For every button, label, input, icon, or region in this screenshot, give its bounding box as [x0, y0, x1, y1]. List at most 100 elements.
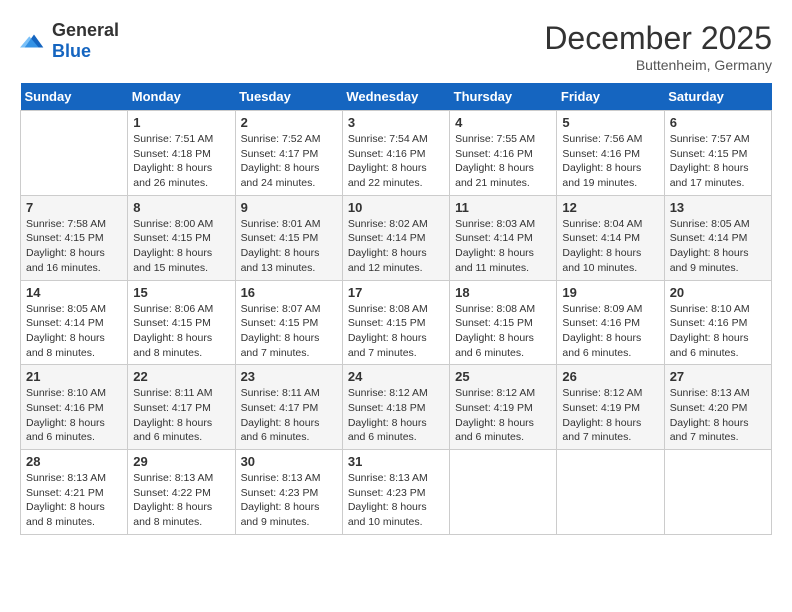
day-info: Sunrise: 8:12 AMSunset: 4:19 PMDaylight:… [455, 386, 551, 445]
day-info: Sunrise: 8:13 AMSunset: 4:20 PMDaylight:… [670, 386, 766, 445]
logo: General Blue [20, 20, 119, 62]
day-info: Sunrise: 8:03 AMSunset: 4:14 PMDaylight:… [455, 217, 551, 276]
day-info: Sunrise: 8:01 AMSunset: 4:15 PMDaylight:… [241, 217, 337, 276]
day-info: Sunrise: 8:10 AMSunset: 4:16 PMDaylight:… [670, 302, 766, 361]
day-number: 21 [26, 369, 122, 384]
day-number: 26 [562, 369, 658, 384]
day-info: Sunrise: 8:08 AMSunset: 4:15 PMDaylight:… [348, 302, 444, 361]
month-title: December 2025 [544, 20, 772, 57]
day-cell: 4 Sunrise: 7:55 AMSunset: 4:16 PMDaylight… [450, 111, 557, 196]
day-number: 13 [670, 200, 766, 215]
day-number: 14 [26, 285, 122, 300]
day-info: Sunrise: 8:04 AMSunset: 4:14 PMDaylight:… [562, 217, 658, 276]
day-number: 22 [133, 369, 229, 384]
day-cell: 8 Sunrise: 8:00 AMSunset: 4:15 PMDaylight… [128, 195, 235, 280]
subtitle: Buttenheim, Germany [544, 57, 772, 73]
day-info: Sunrise: 7:56 AMSunset: 4:16 PMDaylight:… [562, 132, 658, 191]
day-cell: 19Sunrise: 8:09 AMSunset: 4:16 PMDayligh… [557, 280, 664, 365]
day-cell: 24 Sunrise: 8:12 AMSunset: 4:18 PMDayligh… [342, 365, 449, 450]
day-number: 25 [455, 369, 551, 384]
day-cell: 27Sunrise: 8:13 AMSunset: 4:20 PMDayligh… [664, 365, 771, 450]
day-info: Sunrise: 7:58 AMSunset: 4:15 PMDaylight:… [26, 217, 122, 276]
day-number: 20 [670, 285, 766, 300]
day-cell: 26 Sunrise: 8:12 AMSunset: 4:19 PMDayligh… [557, 365, 664, 450]
header-tuesday: Tuesday [235, 83, 342, 111]
day-cell: 11 Sunrise: 8:03 AMSunset: 4:14 PMDayligh… [450, 195, 557, 280]
day-cell: 16Sunrise: 8:07 AMSunset: 4:15 PMDayligh… [235, 280, 342, 365]
page-header: General Blue December 2025 Buttenheim, G… [20, 20, 772, 73]
day-info: Sunrise: 8:05 AMSunset: 4:14 PMDaylight:… [26, 302, 122, 361]
day-cell: 15 Sunrise: 8:06 AMSunset: 4:15 PMDayligh… [128, 280, 235, 365]
day-number: 2 [241, 115, 337, 130]
day-info: Sunrise: 8:00 AMSunset: 4:15 PMDaylight:… [133, 217, 229, 276]
week-row-3: 21 Sunrise: 8:10 AMSunset: 4:16 PMDayligh… [21, 365, 772, 450]
week-row-4: 28 Sunrise: 8:13 AMSunset: 4:21 PMDayligh… [21, 450, 772, 535]
day-cell [450, 450, 557, 535]
day-cell: 17 Sunrise: 8:08 AMSunset: 4:15 PMDayligh… [342, 280, 449, 365]
logo-general: General [52, 20, 119, 40]
header-saturday: Saturday [664, 83, 771, 111]
day-info: Sunrise: 8:02 AMSunset: 4:14 PMDaylight:… [348, 217, 444, 276]
day-cell: 28 Sunrise: 8:13 AMSunset: 4:21 PMDayligh… [21, 450, 128, 535]
day-cell: 6Sunrise: 7:57 AMSunset: 4:15 PMDaylight… [664, 111, 771, 196]
day-cell: 2Sunrise: 7:52 AMSunset: 4:17 PMDaylight… [235, 111, 342, 196]
week-row-1: 7 Sunrise: 7:58 AMSunset: 4:15 PMDaylight… [21, 195, 772, 280]
day-cell: 22Sunrise: 8:11 AMSunset: 4:17 PMDayligh… [128, 365, 235, 450]
day-number: 30 [241, 454, 337, 469]
day-number: 11 [455, 200, 551, 215]
logo-icon [20, 27, 48, 55]
day-number: 18 [455, 285, 551, 300]
day-cell: 30 Sunrise: 8:13 AMSunset: 4:23 PMDayligh… [235, 450, 342, 535]
day-number: 7 [26, 200, 122, 215]
day-cell: 5Sunrise: 7:56 AMSunset: 4:16 PMDaylight… [557, 111, 664, 196]
day-number: 15 [133, 285, 229, 300]
day-cell [557, 450, 664, 535]
day-cell: 10 Sunrise: 8:02 AMSunset: 4:14 PMDayligh… [342, 195, 449, 280]
day-number: 3 [348, 115, 444, 130]
day-info: Sunrise: 7:55 AMSunset: 4:16 PMDaylight:… [455, 132, 551, 191]
week-row-0: 1Sunrise: 7:51 AMSunset: 4:18 PMDaylight… [21, 111, 772, 196]
day-cell: 14 Sunrise: 8:05 AMSunset: 4:14 PMDayligh… [21, 280, 128, 365]
day-cell: 7 Sunrise: 7:58 AMSunset: 4:15 PMDaylight… [21, 195, 128, 280]
day-cell: 12 Sunrise: 8:04 AMSunset: 4:14 PMDayligh… [557, 195, 664, 280]
header-friday: Friday [557, 83, 664, 111]
day-number: 9 [241, 200, 337, 215]
day-number: 29 [133, 454, 229, 469]
title-block: December 2025 Buttenheim, Germany [544, 20, 772, 73]
day-number: 23 [241, 369, 337, 384]
day-number: 8 [133, 200, 229, 215]
day-info: Sunrise: 8:08 AMSunset: 4:15 PMDaylight:… [455, 302, 551, 361]
day-number: 10 [348, 200, 444, 215]
week-row-2: 14 Sunrise: 8:05 AMSunset: 4:14 PMDayligh… [21, 280, 772, 365]
day-info: Sunrise: 8:05 AMSunset: 4:14 PMDaylight:… [670, 217, 766, 276]
day-info: Sunrise: 8:11 AMSunset: 4:17 PMDaylight:… [241, 386, 337, 445]
day-number: 4 [455, 115, 551, 130]
day-number: 28 [26, 454, 122, 469]
day-info: Sunrise: 8:13 AMSunset: 4:23 PMDaylight:… [241, 471, 337, 530]
header-wednesday: Wednesday [342, 83, 449, 111]
day-info: Sunrise: 8:12 AMSunset: 4:18 PMDaylight:… [348, 386, 444, 445]
day-info: Sunrise: 8:10 AMSunset: 4:16 PMDaylight:… [26, 386, 122, 445]
day-number: 16 [241, 285, 337, 300]
day-info: Sunrise: 8:06 AMSunset: 4:15 PMDaylight:… [133, 302, 229, 361]
day-info: Sunrise: 7:54 AMSunset: 4:16 PMDaylight:… [348, 132, 444, 191]
day-cell: 31Sunrise: 8:13 AMSunset: 4:23 PMDayligh… [342, 450, 449, 535]
day-info: Sunrise: 8:13 AMSunset: 4:21 PMDaylight:… [26, 471, 122, 530]
day-number: 19 [562, 285, 658, 300]
day-number: 6 [670, 115, 766, 130]
logo-text: General Blue [52, 20, 119, 62]
day-cell [21, 111, 128, 196]
day-cell: 29Sunrise: 8:13 AMSunset: 4:22 PMDayligh… [128, 450, 235, 535]
day-cell [664, 450, 771, 535]
day-cell: 1Sunrise: 7:51 AMSunset: 4:18 PMDaylight… [128, 111, 235, 196]
day-cell: 9 Sunrise: 8:01 AMSunset: 4:15 PMDaylight… [235, 195, 342, 280]
day-info: Sunrise: 8:13 AMSunset: 4:23 PMDaylight:… [348, 471, 444, 530]
day-number: 1 [133, 115, 229, 130]
day-cell: 25 Sunrise: 8:12 AMSunset: 4:19 PMDayligh… [450, 365, 557, 450]
day-cell: 18 Sunrise: 8:08 AMSunset: 4:15 PMDayligh… [450, 280, 557, 365]
day-number: 12 [562, 200, 658, 215]
day-number: 17 [348, 285, 444, 300]
day-number: 24 [348, 369, 444, 384]
logo-blue: Blue [52, 41, 91, 61]
day-info: Sunrise: 8:12 AMSunset: 4:19 PMDaylight:… [562, 386, 658, 445]
